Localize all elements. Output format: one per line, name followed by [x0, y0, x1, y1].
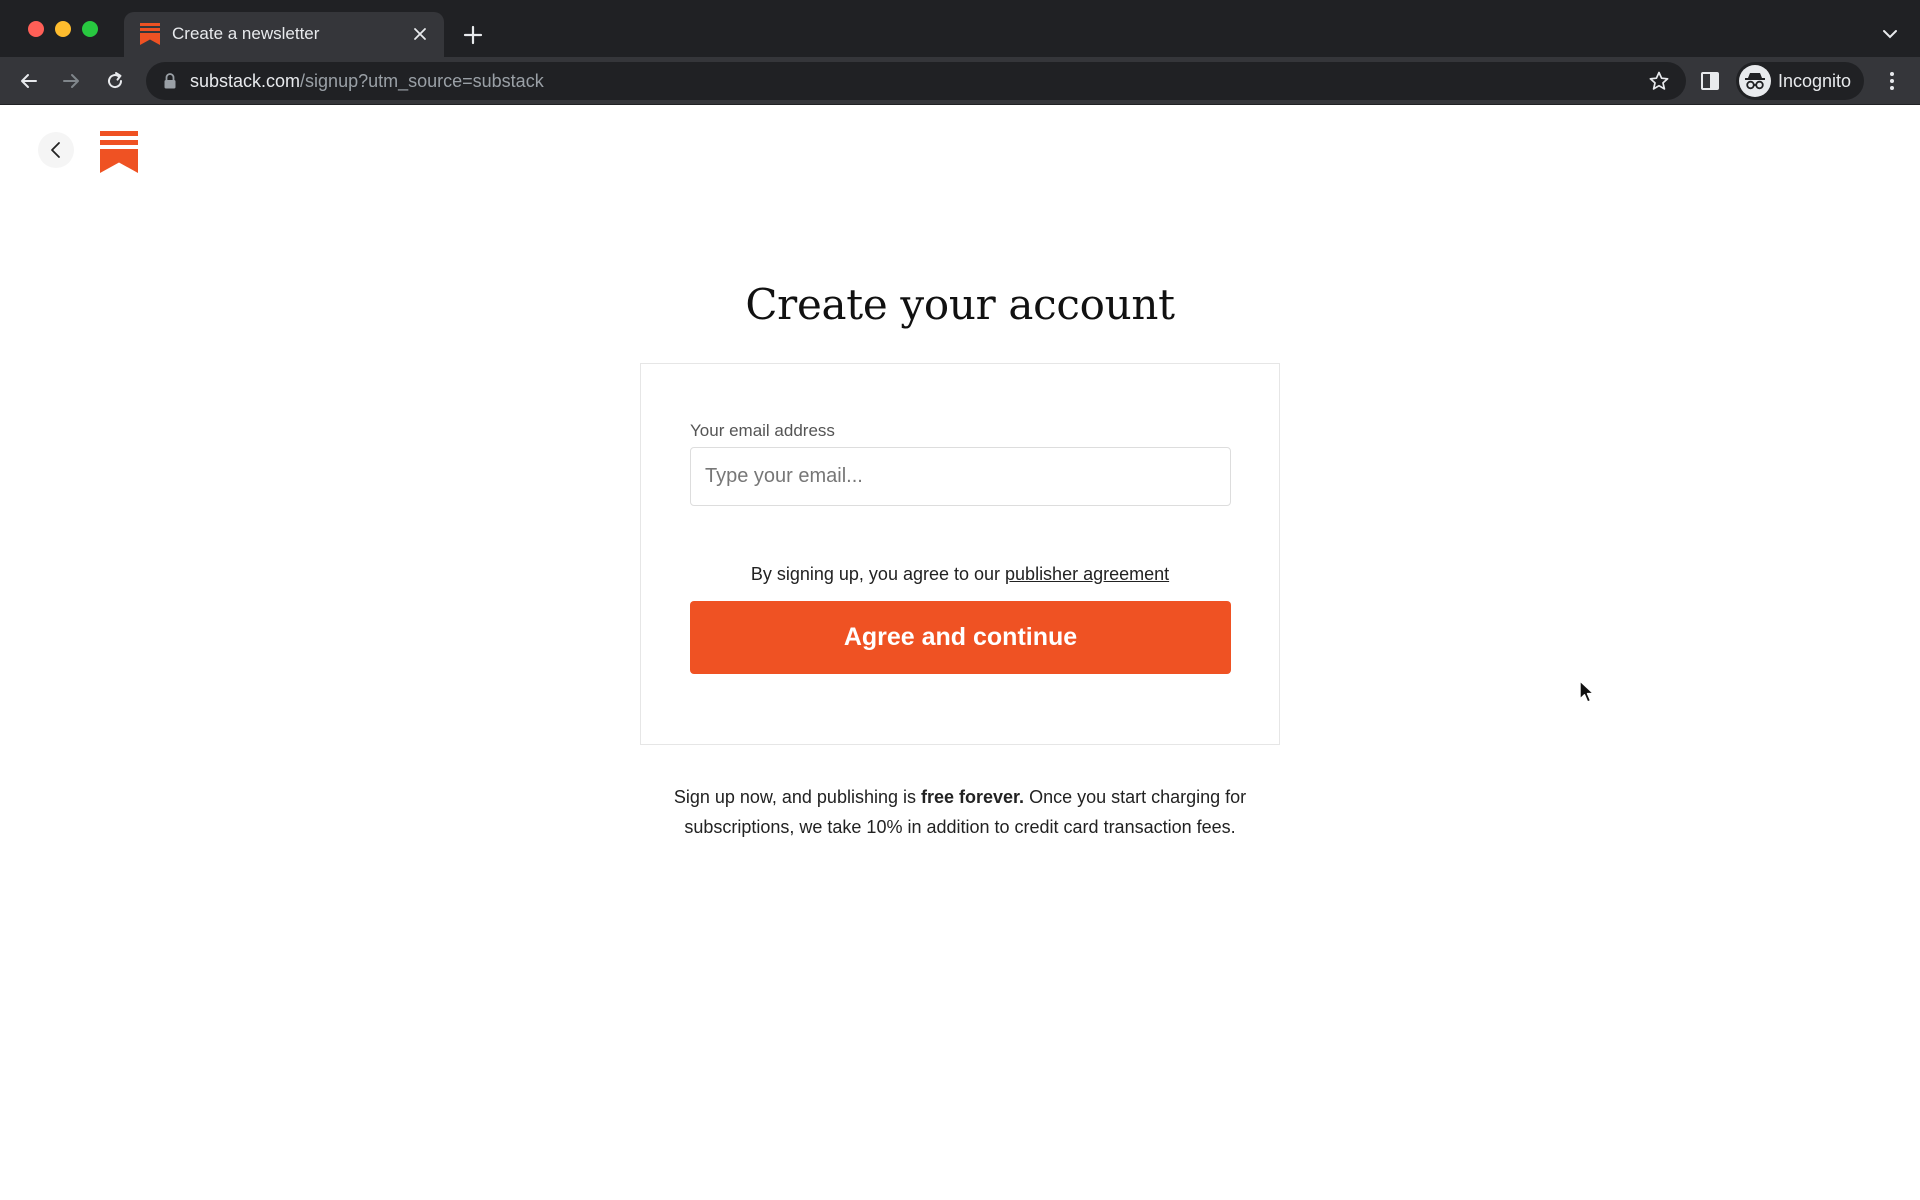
reload-icon[interactable] — [99, 65, 131, 97]
bookmark-star-icon[interactable] — [1648, 70, 1670, 92]
new-tab-plus-icon[interactable] — [458, 20, 488, 50]
close-window-button[interactable] — [28, 21, 44, 37]
publisher-agreement-link[interactable]: publisher agreement — [1005, 564, 1169, 584]
signup-page: Create your account Your email address B… — [0, 105, 1920, 1200]
agreement-prefix: By signing up, you agree to our — [750, 564, 1006, 584]
mouse-pointer-icon — [1579, 680, 1595, 703]
agreement-text: By signing up, you agree to our publishe… — [641, 564, 1279, 585]
browser-tab-active[interactable]: Create a newsletter — [124, 12, 444, 57]
pricing-note-emphasis: free forever. — [921, 787, 1025, 807]
email-field-label: Your email address — [690, 421, 835, 440]
address-bar[interactable]: substack.com/signup?utm_source=substack — [146, 62, 1686, 100]
agree-and-continue-button[interactable]: Agree and continue — [690, 601, 1231, 674]
incognito-icon — [1739, 65, 1771, 97]
close-tab-icon[interactable] — [408, 22, 432, 46]
chevron-down-icon[interactable] — [1878, 22, 1902, 46]
page-title: Create your account — [745, 280, 1175, 329]
pricing-note-start: Sign up now, and publishing is — [673, 787, 921, 807]
url-path: /signup?utm_source=substack — [300, 71, 544, 91]
url-host: substack.com — [190, 71, 301, 91]
zoom-window-button[interactable] — [82, 21, 98, 37]
browser-tab-strip: Create a newsletter — [0, 0, 1920, 57]
lock-icon — [164, 73, 176, 89]
chevron-left-icon[interactable] — [38, 132, 74, 168]
tab-title: Create a newsletter — [172, 24, 320, 43]
substack-logo-icon[interactable] — [100, 131, 138, 173]
email-field[interactable] — [690, 447, 1231, 506]
side-panel-icon[interactable] — [1698, 69, 1722, 93]
forward-arrow-icon[interactable] — [55, 65, 87, 97]
incognito-label: Incognito — [1778, 71, 1852, 91]
signup-card: Your email address By signing up, you ag… — [640, 363, 1280, 745]
pricing-note: Sign up now, and publishing is free fore… — [640, 782, 1280, 842]
minimize-window-button[interactable] — [55, 21, 71, 37]
substack-logo-icon — [140, 23, 160, 45]
incognito-profile-button[interactable]: Incognito — [1736, 62, 1864, 100]
kebab-menu-icon[interactable] — [1880, 69, 1904, 93]
url-text: substack.com/signup?utm_source=substack — [190, 71, 544, 92]
back-arrow-icon[interactable] — [13, 65, 45, 97]
browser-toolbar: substack.com/signup?utm_source=substack … — [0, 57, 1920, 105]
